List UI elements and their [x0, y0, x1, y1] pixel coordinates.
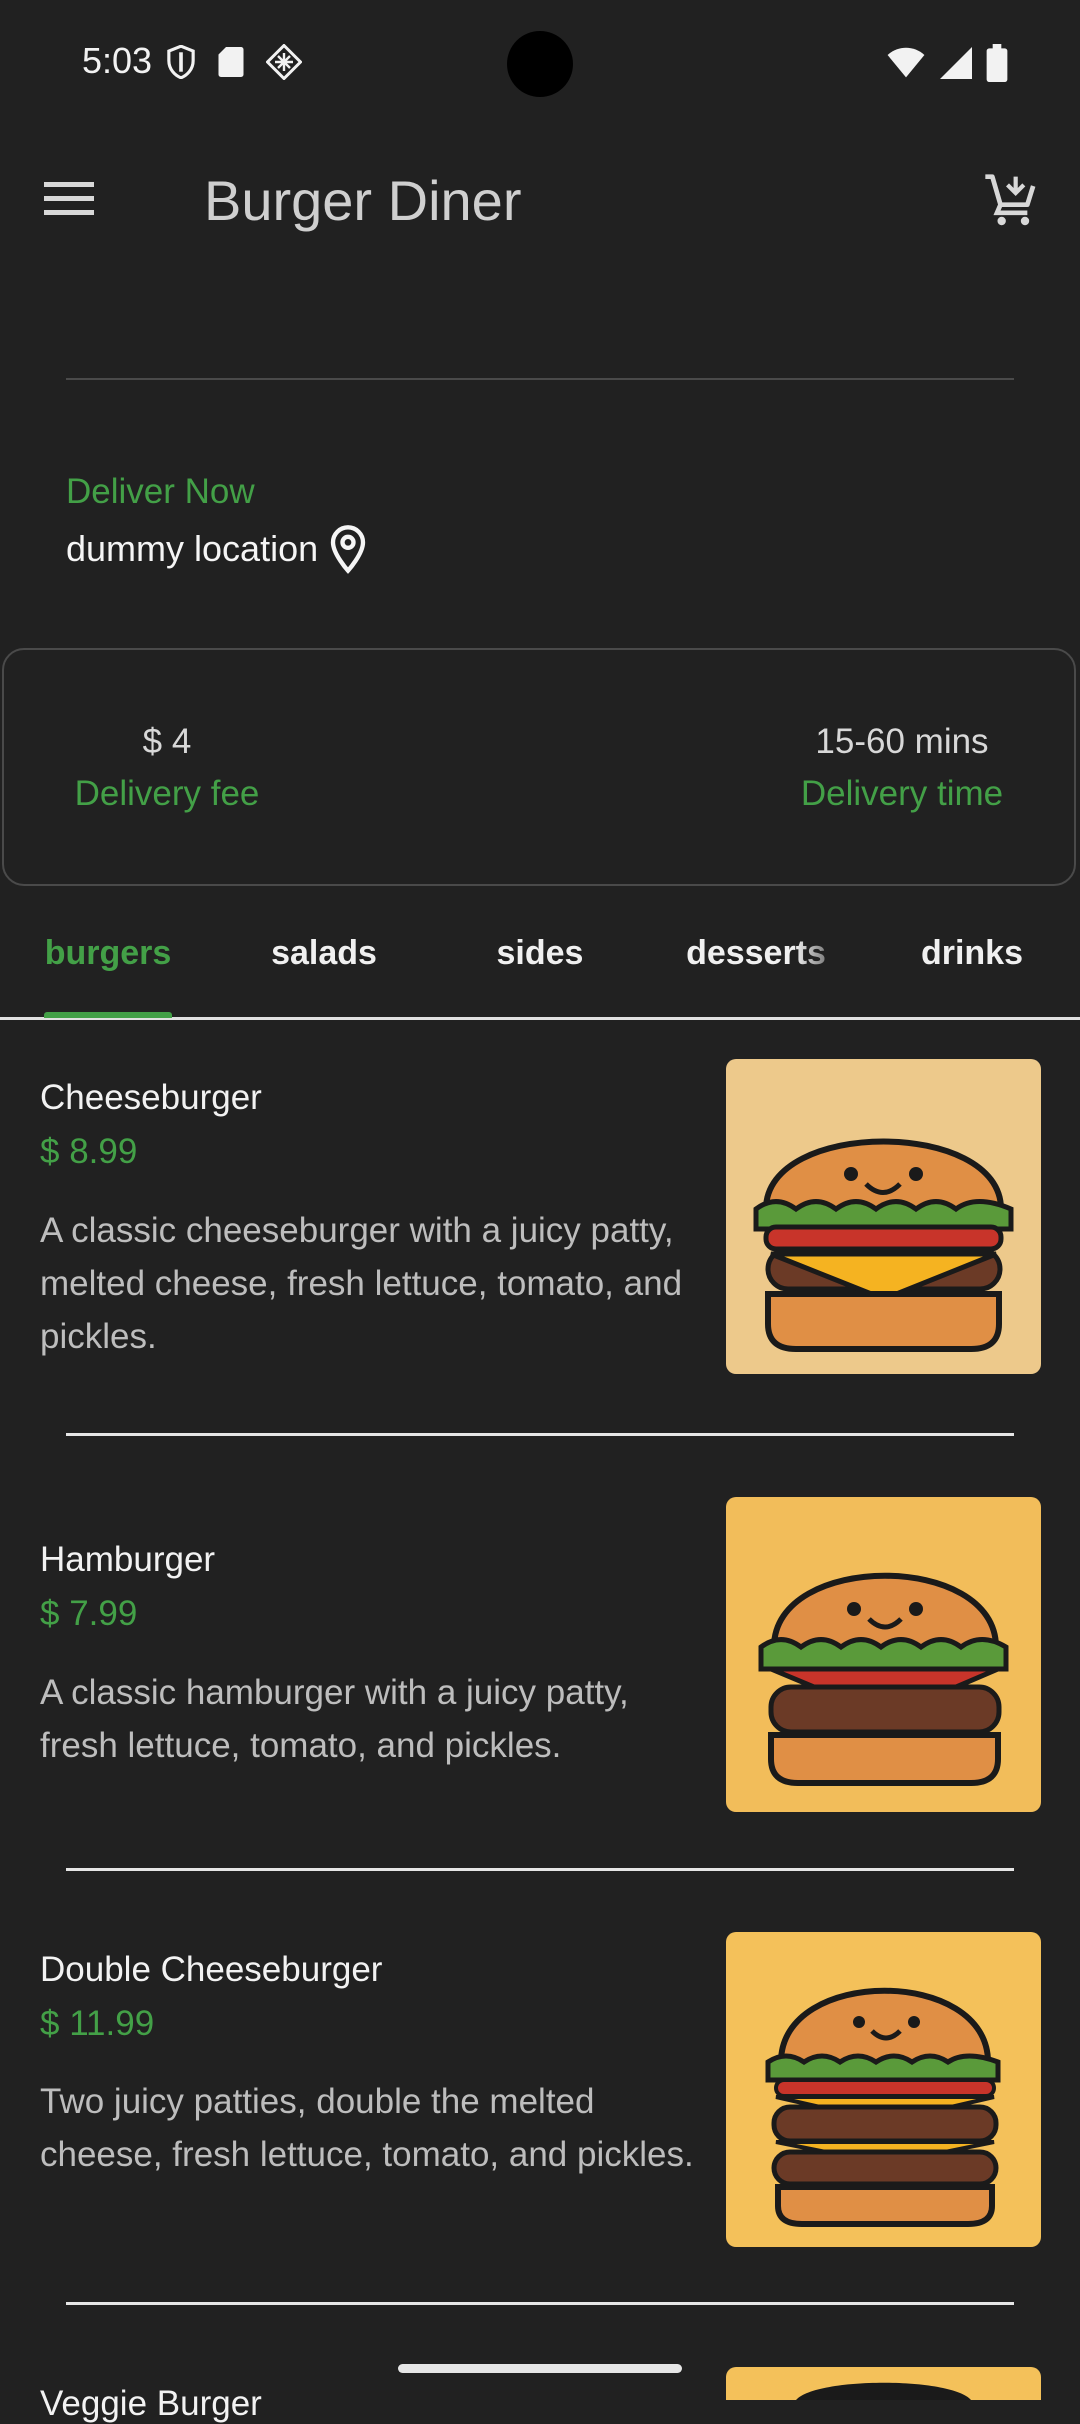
deliver-now-label[interactable]: Deliver Now: [66, 472, 255, 512]
item-description: Two juicy patties, double the melted che…: [40, 2082, 694, 2174]
status-icons-left: [166, 44, 302, 80]
item-divider: [66, 1433, 1014, 1436]
home-indicator[interactable]: [398, 2364, 682, 2373]
cast-diamond-icon: [266, 44, 302, 80]
cheeseburger-image[interactable]: [726, 1059, 1041, 1374]
tab-sides[interactable]: sides: [432, 934, 648, 1020]
burger-illustration: [796, 2382, 971, 2400]
cart-button[interactable]: [983, 172, 1043, 232]
delivery-time-label: Delivery time: [800, 774, 1004, 813]
item-name[interactable]: Hamburger: [40, 1540, 215, 1580]
cellular-signal-icon: [940, 47, 972, 79]
item-divider: [66, 1868, 1014, 1871]
item-price: $ 8.99: [40, 1132, 138, 1171]
veggie-burger-image[interactable]: [726, 2367, 1041, 2400]
item-description: A classic cheeseburger with a juicy patt…: [40, 1211, 683, 1356]
burger-illustration: [765, 1987, 1001, 2227]
tab-active-indicator: [44, 1012, 172, 1018]
status-time: 5:03: [82, 40, 153, 81]
menu-button[interactable]: [44, 178, 104, 224]
status-icons-right: [886, 44, 1008, 82]
item-name[interactable]: Veggie Burger: [40, 2384, 262, 2424]
delivery-fee-label: Delivery fee: [74, 774, 260, 813]
item-description: A classic hamburger with a juicy patty, …: [40, 1673, 629, 1765]
hamburger-menu-icon: [44, 182, 94, 215]
burger-illustration: [758, 1572, 1009, 1786]
item-price: $ 11.99: [40, 2004, 155, 2043]
header-divider: [66, 378, 1014, 380]
wifi-icon: [887, 47, 925, 78]
location-text: dummy location: [66, 528, 319, 569]
location-selector[interactable]: dummy location: [66, 524, 368, 574]
item-name[interactable]: Double Cheeseburger: [40, 1950, 382, 1990]
location-pin-icon: [330, 525, 366, 574]
page-title: Burger Diner: [204, 169, 522, 232]
item-divider: [66, 2302, 1014, 2305]
item-name[interactable]: Cheeseburger: [40, 1078, 262, 1118]
hamburger-image[interactable]: [726, 1497, 1041, 1812]
tab-salads[interactable]: salads: [216, 934, 432, 1020]
delivery-fee-value: $ 4: [142, 722, 192, 761]
delivery-info-card: [2, 648, 1076, 886]
delivery-time-value: 15-60 mins: [815, 722, 989, 761]
battery-icon: [986, 44, 1008, 82]
item-price: $ 7.99: [40, 1594, 138, 1633]
camera-cutout: [507, 31, 573, 97]
add-shopping-cart-icon: [985, 174, 1036, 226]
shield-icon: [167, 45, 195, 79]
double-cheeseburger-image[interactable]: [726, 1932, 1041, 2247]
tab-drinks[interactable]: drinks: [864, 934, 1080, 1020]
sd-card-icon: [218, 47, 244, 77]
tab-fade-overlay: [795, 924, 865, 994]
tab-burgers[interactable]: burgers: [0, 934, 216, 1020]
burger-illustration: [753, 1138, 1014, 1352]
